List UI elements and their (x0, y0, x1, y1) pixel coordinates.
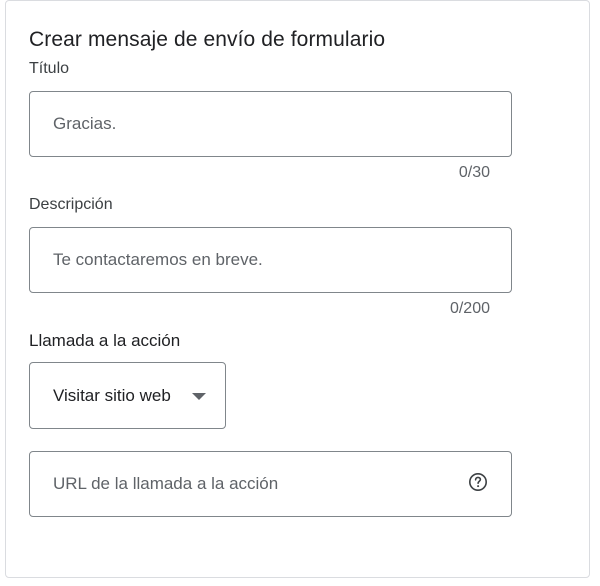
description-label: Descripción (29, 196, 113, 213)
title-char-counter: 0/30 (458, 164, 490, 181)
description-input-placeholder: Te contactaremos en breve. (53, 250, 263, 269)
cta-label: Llamada a la acción (29, 331, 181, 350)
description-input[interactable]: Te contactaremos en breve. (29, 227, 512, 293)
title-input-placeholder: Gracias. (53, 114, 117, 133)
cta-selected-value: Visitar sitio web (53, 386, 171, 405)
title-label: Título (29, 60, 70, 77)
help-circle-icon[interactable] (468, 472, 488, 492)
form-heading: Crear mensaje de envío de formulario (29, 28, 386, 51)
chevron-down-icon (192, 393, 206, 400)
title-input[interactable]: Gracias. (29, 91, 512, 157)
cta-url-input[interactable]: URL de la llamada a la acción (29, 451, 512, 517)
cta-dropdown[interactable]: Visitar sitio web (29, 362, 226, 429)
cta-url-placeholder: URL de la llamada a la acción (53, 474, 279, 493)
description-char-counter: 0/200 (449, 300, 490, 317)
